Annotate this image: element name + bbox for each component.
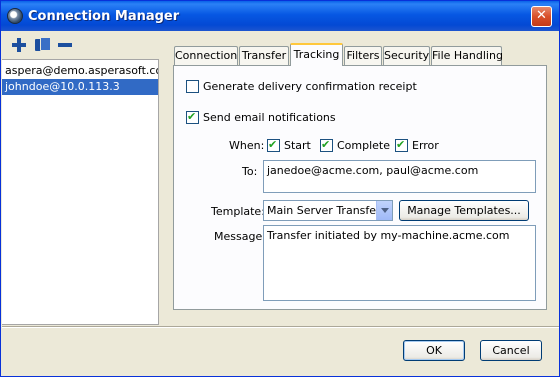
template-select[interactable]: Main Server Transfers (263, 200, 393, 221)
when-error-checkbox[interactable] (395, 138, 408, 152)
tab-filters[interactable]: Filters (344, 46, 382, 65)
duplicate-connection-icon[interactable] (34, 37, 51, 53)
ok-button[interactable]: OK (403, 340, 465, 361)
when-start-checkbox[interactable] (267, 138, 280, 152)
delivery-receipt-checkbox[interactable] (186, 80, 199, 93)
footer-separator (2, 326, 559, 328)
cancel-button[interactable]: Cancel (480, 340, 542, 361)
tab-security[interactable]: Security (383, 46, 430, 65)
tracking-panel: Generate delivery confirmation receipt S… (173, 65, 547, 310)
when-start-label: Start (284, 139, 311, 152)
to-field[interactable]: janedoe@acme.com, paul@acme.com (263, 160, 536, 193)
message-label: Message: (214, 230, 266, 243)
when-error-label: Error (412, 139, 439, 152)
tab-transfer[interactable]: Transfer (239, 46, 289, 65)
when-complete-label: Complete (337, 139, 391, 152)
chevron-down-icon[interactable] (376, 201, 392, 220)
manage-templates-button[interactable]: Manage Templates... (399, 200, 529, 221)
message-field[interactable]: Transfer initiated by my-machine.acme.co… (263, 225, 536, 301)
when-complete-checkbox[interactable] (320, 138, 333, 152)
close-button[interactable]: ✕ (531, 6, 552, 27)
add-connection-icon[interactable] (11, 37, 27, 53)
app-icon (7, 8, 23, 24)
template-select-value: Main Server Transfers (267, 204, 387, 217)
email-notifications-label: Send email notifications (203, 111, 336, 124)
remove-connection-icon[interactable] (57, 37, 73, 53)
template-label: Template: (211, 205, 265, 218)
tab-file-handling[interactable]: File Handling (431, 46, 503, 65)
when-label: When: (229, 139, 265, 152)
tab-connection[interactable]: Connection (174, 46, 238, 65)
connection-list[interactable]: aspera@demo.asperasoft.com johndoe@10.0.… (2, 59, 159, 325)
title-bar[interactable]: Connection Manager ✕ (1, 1, 559, 31)
delivery-receipt-label: Generate delivery confirmation receipt (203, 80, 417, 93)
connection-item-selected[interactable]: johndoe@10.0.113.3 (2, 79, 158, 95)
connection-manager-window: Connection Manager ✕ aspera@demo.asperas… (0, 0, 560, 377)
connection-item[interactable]: aspera@demo.asperasoft.com (2, 63, 158, 79)
tab-tracking[interactable]: Tracking (290, 43, 343, 66)
window-title: Connection Manager (28, 9, 180, 24)
email-notifications-checkbox[interactable] (186, 110, 199, 124)
to-label: To: (242, 165, 258, 178)
